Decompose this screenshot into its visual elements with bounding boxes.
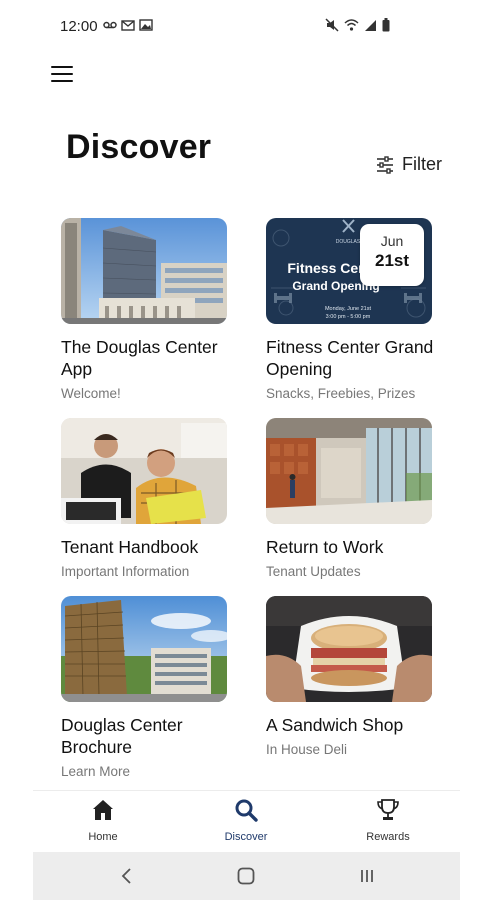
system-recents-button[interactable] xyxy=(355,864,379,888)
status-left-icons xyxy=(103,18,153,32)
card-subtitle: Welcome! xyxy=(61,386,121,401)
card-image-people-laptop xyxy=(61,418,227,524)
card-subtitle: Learn More xyxy=(61,764,131,779)
mute-icon xyxy=(325,18,339,32)
card-image-lobby xyxy=(266,418,432,524)
card-title: A Sandwich Shop xyxy=(266,715,404,735)
nav-label-rewards: Rewards xyxy=(366,831,410,843)
poster-time: 3:00 pm - 5:00 pm xyxy=(326,314,371,320)
card-subtitle: Snacks, Freebies, Prizes xyxy=(266,386,416,401)
filter-button[interactable]: Filter xyxy=(376,154,442,175)
menu-icon-bar xyxy=(51,66,73,68)
poster-brand: DOUGLAS xyxy=(336,239,361,245)
signal-icon xyxy=(365,20,376,31)
status-right-icons xyxy=(325,18,390,32)
system-home-button[interactable] xyxy=(234,864,258,888)
card-return-to-work[interactable]: Return to Work Tenant Updates xyxy=(266,418,456,579)
card-douglas-center-app[interactable]: The Douglas Center App Welcome! xyxy=(61,218,251,401)
date-badge-month: Jun xyxy=(380,233,404,249)
poster-date: Monday, June 21st xyxy=(325,306,372,312)
sandwich-photo xyxy=(266,596,432,702)
date-badge-day: 21st xyxy=(374,251,410,270)
back-chevron-icon xyxy=(121,868,131,884)
nav-label-discover: Discover xyxy=(224,831,268,843)
home-icon xyxy=(93,800,113,820)
menu-icon-bar xyxy=(51,80,73,82)
card-image-aerial xyxy=(61,596,227,702)
bottom-nav: Home Discover Rewards xyxy=(33,790,460,852)
recents-icon xyxy=(361,870,373,882)
card-douglas-brochure[interactable]: Douglas Center Brochure Learn More xyxy=(61,596,251,779)
battery-icon xyxy=(382,18,390,32)
filter-sliders-icon xyxy=(377,155,393,174)
menu-icon-bar xyxy=(51,73,73,75)
page-title: Discover xyxy=(66,128,212,166)
status-bar: 12:00 xyxy=(0,0,490,56)
filter-label: Filter xyxy=(402,154,442,174)
image-icon xyxy=(139,19,153,31)
home-square-icon xyxy=(237,867,255,885)
building-photo xyxy=(61,218,227,324)
gmail-icon xyxy=(121,20,135,31)
card-title: Fitness Center Grand Opening xyxy=(266,337,434,379)
card-title: Douglas Center Brochure xyxy=(61,715,183,757)
wifi-icon xyxy=(344,19,359,31)
card-image-building xyxy=(61,218,227,324)
status-time: 12:00 xyxy=(60,18,98,35)
card-image-sandwich xyxy=(266,596,432,702)
card-image-fitness-poster: DOUGLAS Fitness Center Grand Opening Mon… xyxy=(266,218,432,324)
card-subtitle: Important Information xyxy=(61,564,190,579)
lobby-photo xyxy=(266,418,432,524)
menu-button[interactable] xyxy=(50,64,74,84)
voicemail-icon xyxy=(103,21,117,29)
people-laptop-photo xyxy=(61,418,227,524)
search-icon xyxy=(235,799,258,822)
card-subtitle: In House Deli xyxy=(266,742,348,757)
card-title: Tenant Handbook xyxy=(61,537,199,557)
nav-label-home: Home xyxy=(88,831,118,843)
aerial-building-photo xyxy=(61,596,227,702)
card-sandwich-shop[interactable]: A Sandwich Shop In House Deli xyxy=(266,596,456,757)
system-nav-bar xyxy=(33,852,460,900)
card-title: The Douglas Center App xyxy=(61,337,218,379)
card-tenant-handbook[interactable]: Tenant Handbook Important Information xyxy=(61,418,251,579)
system-back-button[interactable] xyxy=(115,864,139,888)
nav-item-rewards[interactable]: Rewards xyxy=(343,797,433,843)
nav-item-home[interactable]: Home xyxy=(58,797,148,843)
card-title: Return to Work xyxy=(266,537,384,557)
card-subtitle: Tenant Updates xyxy=(266,564,361,579)
trophy-icon xyxy=(377,799,399,820)
nav-item-discover[interactable]: Discover xyxy=(201,797,291,843)
card-fitness-center[interactable]: DOUGLAS Fitness Center Grand Opening Mon… xyxy=(266,218,456,401)
date-badge: Jun 21st xyxy=(360,224,424,286)
